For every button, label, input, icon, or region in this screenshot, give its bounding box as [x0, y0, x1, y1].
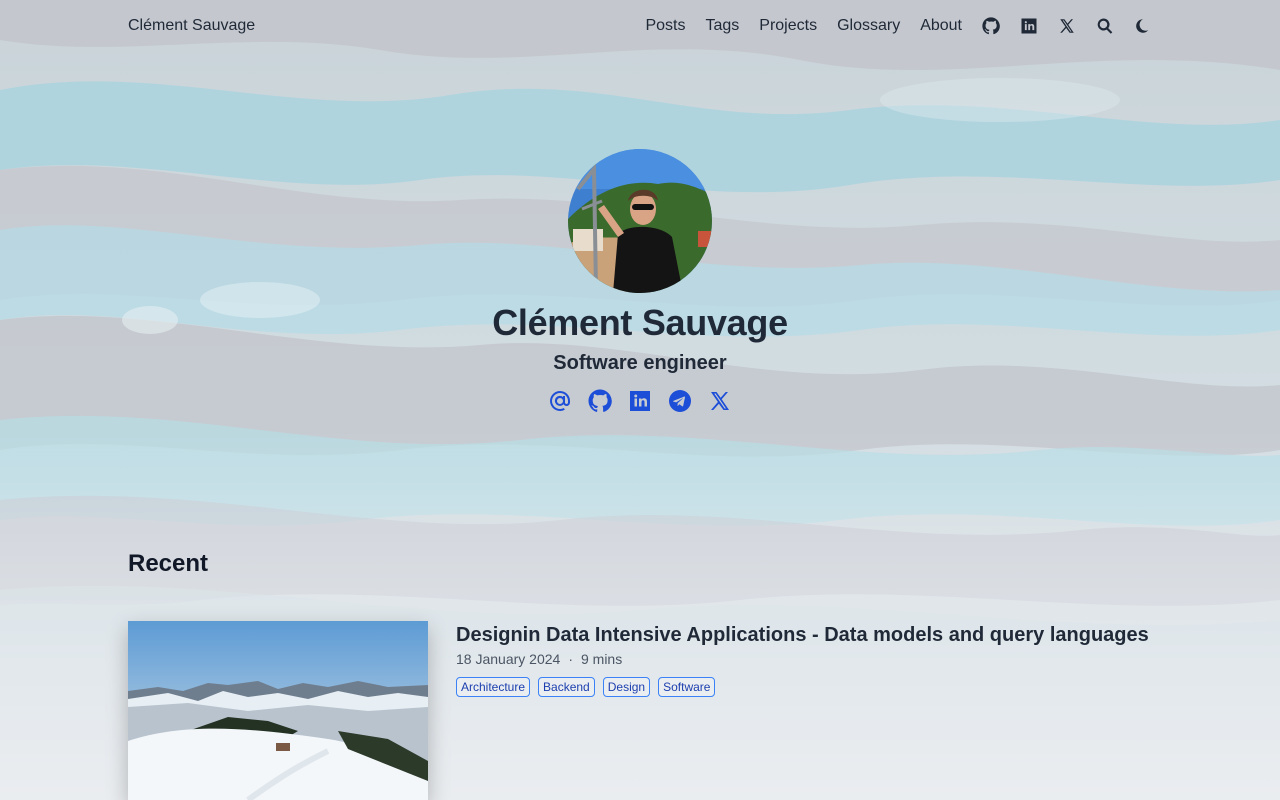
post-title-link[interactable]: Designin Data Intensive Applications - D… [456, 624, 1216, 647]
nav-about[interactable]: About [920, 17, 962, 35]
linkedin-icon[interactable] [1020, 17, 1038, 35]
tag-software[interactable]: Software [658, 677, 716, 697]
social-links [548, 388, 732, 414]
post-read-time: 9 mins [580, 651, 623, 667]
meta-separator: · [568, 651, 573, 667]
x-icon[interactable] [1058, 17, 1076, 35]
x-icon[interactable] [708, 389, 732, 413]
post-date: 18 January 2024 [456, 651, 561, 667]
moon-icon[interactable] [1134, 17, 1152, 35]
main-nav: Posts Tags Projects Glossary About [645, 17, 1152, 35]
nav-posts[interactable]: Posts [645, 17, 685, 35]
nav-projects[interactable]: Projects [759, 17, 817, 35]
hero-subtitle: Software engineer [553, 352, 727, 374]
brand-link[interactable]: Clément Sauvage [128, 17, 255, 35]
post-cover-image[interactable] [128, 621, 428, 800]
telegram-icon[interactable] [668, 389, 692, 413]
post-meta: 18 January 2024 · 9 mins [456, 651, 622, 667]
email-icon[interactable] [548, 389, 572, 413]
tag-design[interactable]: Design [602, 677, 651, 697]
linkedin-icon[interactable] [628, 389, 652, 413]
github-icon[interactable] [588, 389, 612, 413]
avatar [568, 149, 712, 293]
post-tags: Architecture Backend Design Software [456, 677, 723, 697]
tag-backend[interactable]: Backend [538, 677, 595, 697]
recent-heading: Recent [128, 550, 209, 577]
nav-glossary[interactable]: Glossary [837, 17, 900, 35]
nav-tags[interactable]: Tags [705, 17, 739, 35]
site-header: Clément Sauvage Posts Tags Projects Glos… [128, 0, 1152, 52]
search-icon[interactable] [1096, 17, 1114, 35]
github-icon[interactable] [982, 17, 1000, 35]
hero-name: Clément Sauvage [492, 302, 788, 343]
tag-architecture[interactable]: Architecture [456, 677, 531, 697]
